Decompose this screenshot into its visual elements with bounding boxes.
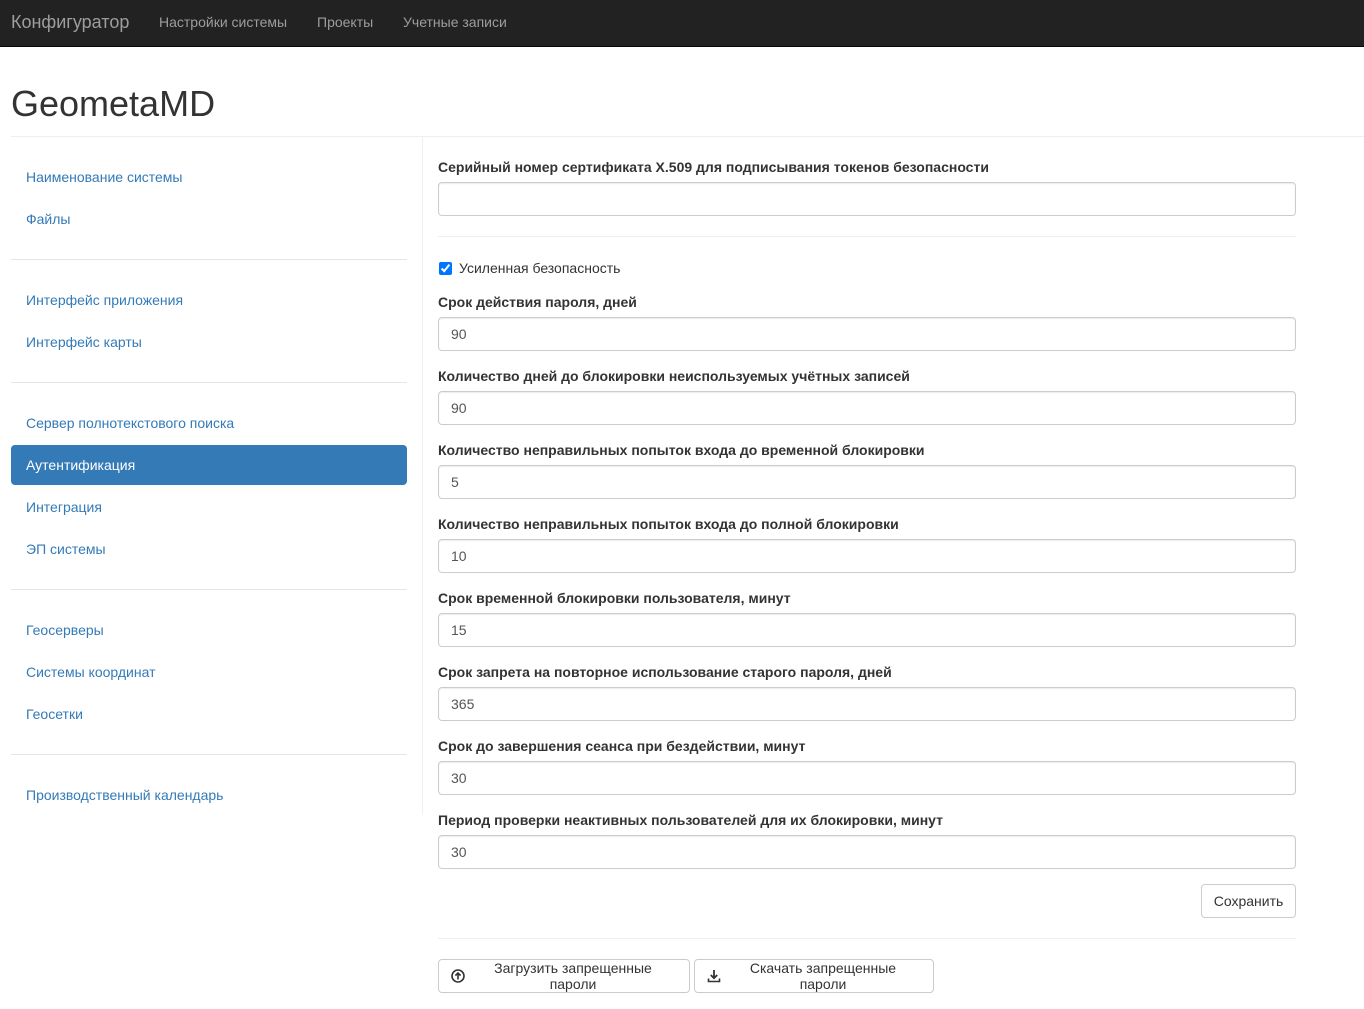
inactive-check-period-input[interactable] — [438, 835, 1296, 869]
sidebar-item-files[interactable]: Файлы — [11, 199, 407, 239]
sidebar-divider — [422, 137, 423, 815]
nav-link-projects[interactable]: Проекты — [317, 14, 373, 30]
sidebar-item-geogrids[interactable]: Геосетки — [11, 694, 407, 734]
sidebar-item-fulltext-search[interactable]: Сервер полнотекстового поиска — [11, 403, 407, 443]
sidebar-item-app-interface[interactable]: Интерфейс приложения — [11, 280, 407, 320]
temp-lock-duration-label: Срок временной блокировки пользователя, … — [438, 590, 791, 606]
session-timeout-label: Срок до завершения сеанса при бездействи… — [438, 738, 806, 754]
inactive-check-period-label: Период проверки неактивных пользователей… — [438, 812, 943, 828]
sidebar-item-geoservers[interactable]: Геосерверы — [11, 610, 407, 650]
password-reuse-input[interactable] — [438, 687, 1296, 721]
sidebar-item-coordinate-systems[interactable]: Системы координат — [11, 652, 407, 692]
form-divider — [438, 236, 1296, 237]
form-divider — [438, 938, 1296, 939]
inactive-account-lock-label: Количество дней до блокировки неиспользу… — [438, 368, 910, 384]
upload-banned-passwords-button[interactable]: Загрузить запрещенные пароли — [438, 959, 690, 993]
cert-serial-input[interactable] — [438, 182, 1296, 216]
download-banned-passwords-button[interactable]: Скачать запрещенные пароли — [694, 959, 934, 993]
sidebar-item-map-interface[interactable]: Интерфейс карты — [11, 322, 407, 362]
temp-lock-attempts-input[interactable] — [438, 465, 1296, 499]
download-icon — [707, 969, 721, 983]
temp-lock-attempts-label: Количество неправильных попыток входа до… — [438, 442, 925, 458]
sidebar-separator — [11, 259, 407, 260]
sidebar-item-digital-signature[interactable]: ЭП системы — [11, 529, 407, 569]
save-button[interactable]: Сохранить — [1201, 884, 1296, 918]
navbar-brand[interactable]: Конфигуратор — [11, 12, 129, 33]
temp-lock-duration-input[interactable] — [438, 613, 1296, 647]
enhanced-security-checkbox-row[interactable]: Усиленная безопасность — [438, 258, 620, 278]
nav-link-accounts[interactable]: Учетные записи — [403, 14, 507, 30]
sidebar-item-system-name[interactable]: Наименование системы — [11, 157, 407, 197]
page-title: GeometaMD — [11, 83, 216, 124]
password-reuse-label: Срок запрета на повторное использование … — [438, 664, 892, 680]
sidebar-item-integration[interactable]: Интеграция — [11, 487, 407, 527]
full-lock-attempts-label: Количество неправильных попыток входа до… — [438, 516, 899, 532]
enhanced-security-checkbox[interactable] — [439, 261, 452, 275]
inactive-account-lock-input[interactable] — [438, 391, 1296, 425]
upload-banned-passwords-label: Загрузить запрещенные пароли — [494, 960, 652, 992]
sidebar-item-production-calendar[interactable]: Производственный календарь — [11, 775, 407, 815]
sidebar-item-authentication[interactable]: Аутентификация — [11, 445, 407, 485]
nav-link-system-settings[interactable]: Настройки системы — [159, 14, 287, 30]
circle-arrow-up-icon — [451, 969, 465, 983]
enhanced-security-label: Усиленная безопасность — [459, 260, 621, 276]
password-expiry-input[interactable] — [438, 317, 1296, 351]
password-expiry-label: Срок действия пароля, дней — [438, 294, 637, 310]
download-banned-passwords-label: Скачать запрещенные пароли — [749, 960, 897, 992]
session-timeout-input[interactable] — [438, 761, 1296, 795]
top-navbar: Конфигуратор Настройки системы Проекты У… — [0, 0, 1364, 47]
sidebar-separator — [11, 754, 407, 755]
sidebar-separator — [11, 589, 407, 590]
save-button-label: Сохранить — [1213, 893, 1284, 909]
cert-serial-label: Серийный номер сертификата X.509 для под… — [438, 159, 989, 175]
title-divider — [11, 136, 1364, 137]
full-lock-attempts-input[interactable] — [438, 539, 1296, 573]
sidebar-separator — [11, 382, 407, 383]
